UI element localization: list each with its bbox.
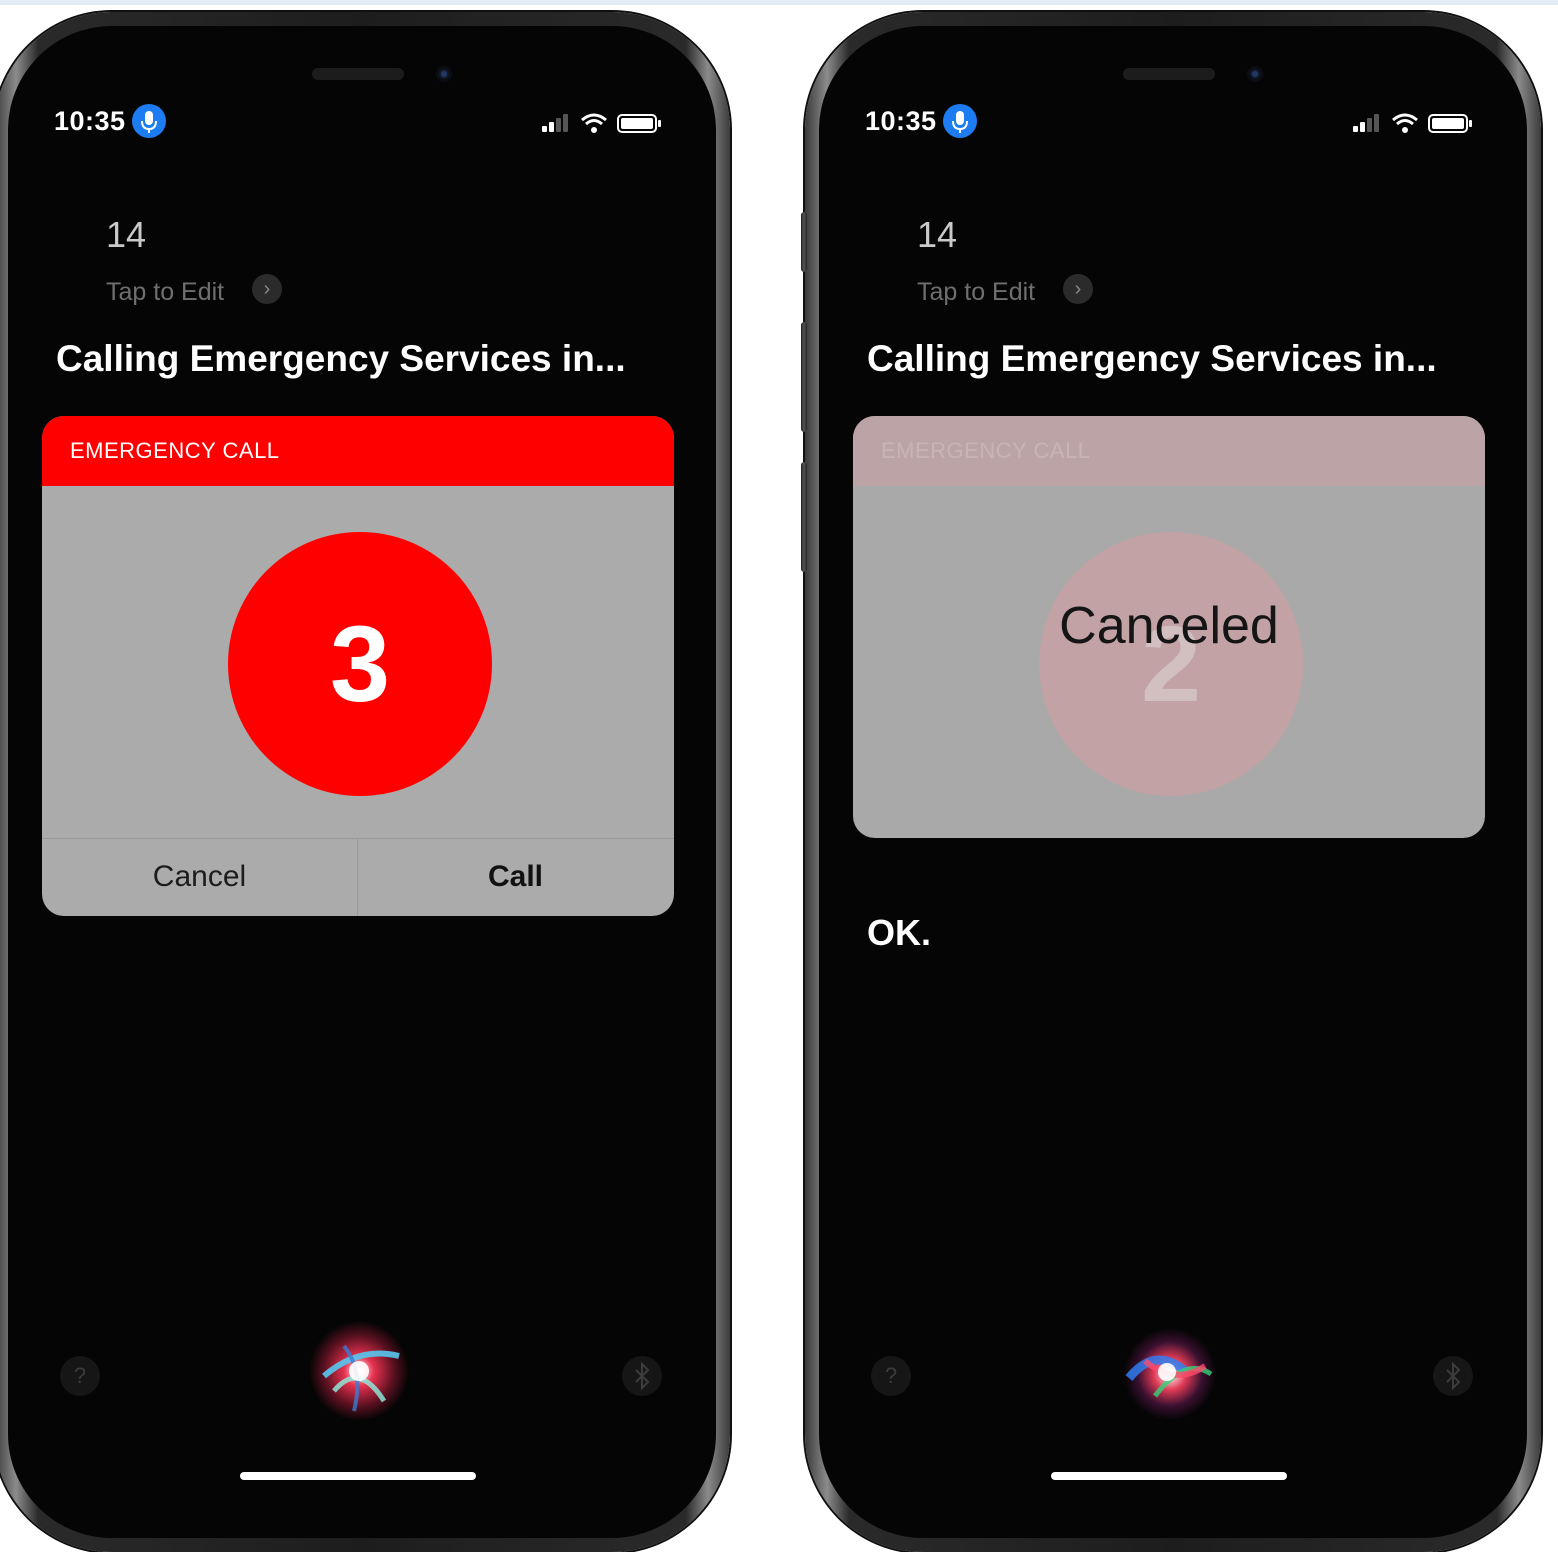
siri-query: 14 (917, 214, 958, 255)
canceled-label: Canceled (1059, 597, 1279, 655)
wifi-icon (581, 113, 607, 133)
emergency-card-header: EMERGENCY CALL (42, 416, 674, 486)
emergency-card-title: EMERGENCY CALL (881, 438, 1091, 463)
bluetooth-icon[interactable] (1433, 1356, 1473, 1396)
left-bezel: 10:35 14 Tap to Edit › Calling Emergency… (8, 26, 716, 1538)
home-indicator[interactable] (240, 1472, 476, 1480)
call-button[interactable]: Call (358, 838, 673, 916)
cancel-button[interactable]: Cancel (42, 838, 357, 916)
siri-orb-icon[interactable] (304, 1316, 414, 1426)
siri-response: OK. (867, 912, 932, 953)
microphone-icon (132, 104, 166, 138)
status-icons (540, 110, 670, 136)
countdown-circle: 3 (228, 532, 492, 796)
silent-switch (801, 212, 807, 272)
tap-to-edit-link[interactable]: Tap to Edit (106, 278, 224, 307)
volume-up-button (801, 322, 807, 432)
chevron-right-icon[interactable]: › (1063, 274, 1093, 304)
siri-headline: Calling Emergency Services in... (56, 338, 626, 379)
countdown-circle: 2 (1039, 532, 1303, 796)
question-mark-icon[interactable]: ? (60, 1356, 100, 1396)
cellular-signal-icon (1353, 114, 1379, 132)
emergency-card-header: EMERGENCY CALL (853, 416, 1485, 486)
earpiece-speaker (312, 68, 404, 80)
right-bezel: 10:35 14 Tap to Edit › Calling Emergency… (819, 26, 1527, 1538)
cellular-signal-icon (542, 114, 568, 132)
emergency-call-card: EMERGENCY CALL 2 Canceled (853, 416, 1485, 838)
right-phone: 10:35 14 Tap to Edit › Calling Emergency… (801, 12, 1541, 1552)
siri-query: 14 (106, 214, 147, 255)
tap-to-edit-link[interactable]: Tap to Edit (917, 278, 1035, 307)
battery-icon (617, 114, 661, 133)
earpiece-speaker (1123, 68, 1215, 80)
bluetooth-icon[interactable] (622, 1356, 662, 1396)
status-time: 10:35 (54, 106, 126, 136)
front-camera (1247, 66, 1263, 82)
status-time: 10:35 (865, 106, 937, 136)
emergency-card-title: EMERGENCY CALL (70, 438, 280, 463)
home-indicator[interactable] (1051, 1472, 1287, 1480)
question-mark-icon[interactable]: ? (871, 1356, 911, 1396)
right-screen: 10:35 14 Tap to Edit › Calling Emergency… (831, 38, 1515, 1526)
chevron-right-icon[interactable]: › (252, 274, 282, 304)
volume-down-button (801, 462, 807, 572)
left-phone: 10:35 14 Tap to Edit › Calling Emergency… (0, 12, 730, 1552)
wifi-icon (1392, 113, 1418, 133)
microphone-icon (943, 104, 977, 138)
left-screen: 10:35 14 Tap to Edit › Calling Emergency… (20, 38, 704, 1526)
battery-icon (1428, 114, 1472, 133)
emergency-call-card: EMERGENCY CALL 3 Cancel Call (42, 416, 674, 916)
top-strip (0, 0, 1558, 5)
siri-orb-icon[interactable] (1115, 1316, 1225, 1426)
front-camera (436, 66, 452, 82)
siri-headline: Calling Emergency Services in... (867, 338, 1437, 379)
status-icons (1351, 110, 1481, 136)
